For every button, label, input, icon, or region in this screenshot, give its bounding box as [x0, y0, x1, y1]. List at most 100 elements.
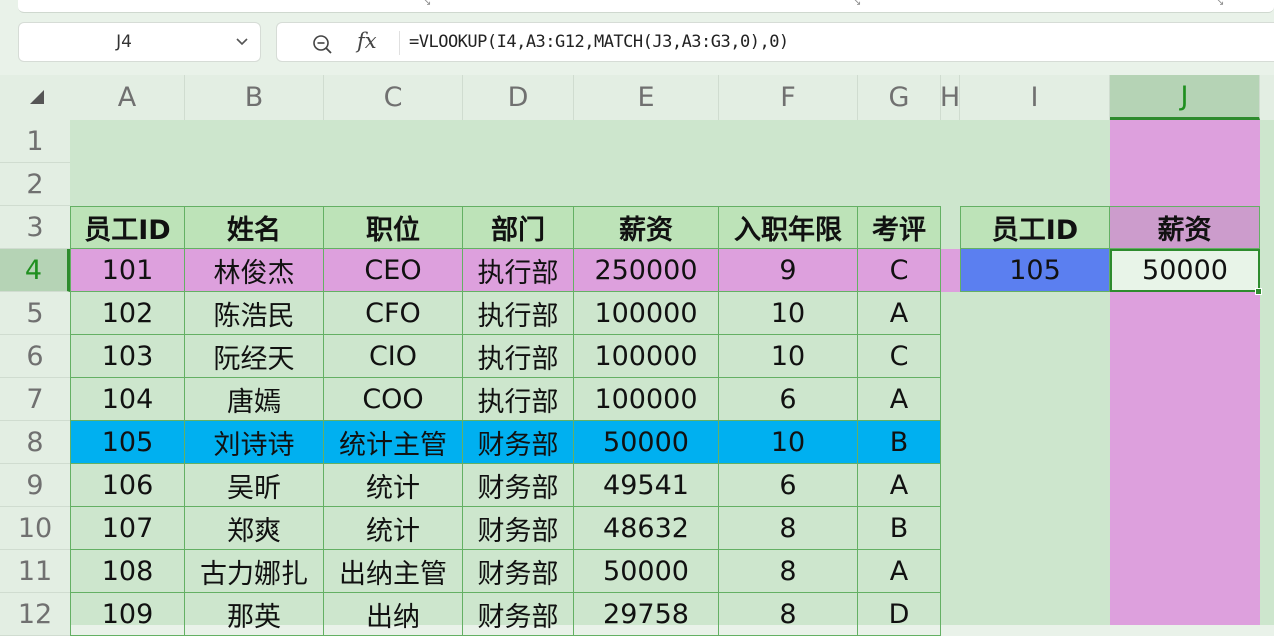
table-cell[interactable]: 6: [719, 378, 858, 421]
table-cell[interactable]: 9: [719, 249, 858, 292]
table-cell[interactable]: 陈浩民: [185, 292, 324, 335]
column-header-h[interactable]: H: [941, 75, 960, 120]
column-header-b[interactable]: B: [185, 75, 324, 120]
table-cell[interactable]: B: [858, 421, 941, 464]
row-header-8[interactable]: 8: [0, 421, 70, 464]
column-j-fill[interactable]: [1110, 120, 1260, 625]
table-cell[interactable]: 102: [70, 292, 185, 335]
table-cell[interactable]: 统计: [324, 464, 463, 507]
table-cell[interactable]: 出纳主管: [324, 550, 463, 593]
table-cell[interactable]: 出纳: [324, 593, 463, 636]
table-cell[interactable]: A: [858, 292, 941, 335]
table-cell[interactable]: 8: [719, 593, 858, 636]
table-cell[interactable]: 执行部: [463, 249, 574, 292]
table-cell[interactable]: 100000: [574, 335, 719, 378]
table-cell[interactable]: 阮经天: [185, 335, 324, 378]
table-cell[interactable]: 104: [70, 378, 185, 421]
column-header-e[interactable]: E: [574, 75, 719, 120]
table-cell[interactable]: 财务部: [463, 421, 574, 464]
row-header-6[interactable]: 6: [0, 335, 70, 378]
table-cell[interactable]: CFO: [324, 292, 463, 335]
column-header-i[interactable]: I: [960, 75, 1110, 120]
table-cell[interactable]: 执行部: [463, 292, 574, 335]
row-header-4[interactable]: 4: [0, 249, 70, 292]
row-header-5[interactable]: 5: [0, 292, 70, 335]
table-cell[interactable]: 106: [70, 464, 185, 507]
table-cell[interactable]: CIO: [324, 335, 463, 378]
lookup-header-cell[interactable]: 薪资: [1110, 206, 1260, 249]
table-cell[interactable]: 执行部: [463, 378, 574, 421]
table-header-cell[interactable]: 员工ID: [70, 206, 185, 249]
selected-cell-j4[interactable]: 50000: [1110, 249, 1260, 292]
row-header-11[interactable]: 11: [0, 550, 70, 593]
table-cell[interactable]: 刘诗诗: [185, 421, 324, 464]
table-cell[interactable]: 统计: [324, 507, 463, 550]
table-cell[interactable]: 古力娜扎: [185, 550, 324, 593]
table-cell[interactable]: 8: [719, 507, 858, 550]
table-cell[interactable]: 107: [70, 507, 185, 550]
table-cell[interactable]: 那英: [185, 593, 324, 636]
table-cell[interactable]: 财务部: [463, 593, 574, 636]
table-cell[interactable]: C: [858, 249, 941, 292]
table-cell[interactable]: 6: [719, 464, 858, 507]
row-header-10[interactable]: 10: [0, 507, 70, 550]
row-header-3[interactable]: 3: [0, 206, 70, 249]
table-cell[interactable]: 101: [70, 249, 185, 292]
row-header-2[interactable]: 2: [0, 163, 70, 206]
column-header-j[interactable]: J: [1110, 75, 1260, 120]
table-header-cell[interactable]: 考评: [858, 206, 941, 249]
table-cell[interactable]: 郑爽: [185, 507, 324, 550]
table-cell[interactable]: 10: [719, 335, 858, 378]
table-cell[interactable]: 105: [70, 421, 185, 464]
table-cell[interactable]: 109: [70, 593, 185, 636]
table-cell[interactable]: 林俊杰: [185, 249, 324, 292]
table-cell[interactable]: 8: [719, 550, 858, 593]
table-cell[interactable]: 50000: [574, 550, 719, 593]
row-header-7[interactable]: 7: [0, 378, 70, 421]
table-cell[interactable]: 100000: [574, 292, 719, 335]
table-cell[interactable]: 执行部: [463, 335, 574, 378]
table-cell[interactable]: 48632: [574, 507, 719, 550]
table-cell[interactable]: 250000: [574, 249, 719, 292]
table-cell[interactable]: 29758: [574, 593, 719, 636]
table-cell[interactable]: D: [858, 593, 941, 636]
table-cell[interactable]: A: [858, 464, 941, 507]
table-cell[interactable]: 财务部: [463, 550, 574, 593]
select-all-icon[interactable]: [30, 90, 44, 104]
table-cell[interactable]: 10: [719, 292, 858, 335]
column-header-f[interactable]: F: [719, 75, 858, 120]
fill-handle[interactable]: [1255, 288, 1262, 295]
table-cell[interactable]: CEO: [324, 249, 463, 292]
table-cell[interactable]: 吴昕: [185, 464, 324, 507]
table-cell[interactable]: C: [858, 335, 941, 378]
table-cell[interactable]: B: [858, 507, 941, 550]
row-header-9[interactable]: 9: [0, 464, 70, 507]
table-cell[interactable]: 统计主管: [324, 421, 463, 464]
lookup-header-cell[interactable]: 员工ID: [960, 206, 1110, 249]
row-4-fill[interactable]: [941, 249, 960, 292]
table-header-cell[interactable]: 姓名: [185, 206, 324, 249]
table-cell[interactable]: 49541: [574, 464, 719, 507]
table-cell[interactable]: A: [858, 550, 941, 593]
table-cell[interactable]: 财务部: [463, 507, 574, 550]
table-cell[interactable]: A: [858, 378, 941, 421]
table-cell[interactable]: 100000: [574, 378, 719, 421]
table-cell[interactable]: 唐嫣: [185, 378, 324, 421]
table-header-cell[interactable]: 职位: [324, 206, 463, 249]
column-header-a[interactable]: A: [70, 75, 185, 120]
row-header-1[interactable]: 1: [0, 120, 70, 163]
column-header-c[interactable]: C: [324, 75, 463, 120]
lookup-id-cell[interactable]: 105: [960, 249, 1110, 292]
spreadsheet-grid[interactable]: A B C D E F G H I J 1 2 3 4 5 6 7 8 9 10 11 12 员工ID 姓名 职位 部门 薪资 入职年…: [0, 0, 1274, 636]
table-header-cell[interactable]: 部门: [463, 206, 574, 249]
table-header-cell[interactable]: 薪资: [574, 206, 719, 249]
table-cell[interactable]: 103: [70, 335, 185, 378]
table-cell[interactable]: COO: [324, 378, 463, 421]
table-cell[interactable]: 108: [70, 550, 185, 593]
column-header-g[interactable]: G: [858, 75, 941, 120]
table-header-cell[interactable]: 入职年限: [719, 206, 858, 249]
column-header-d[interactable]: D: [463, 75, 574, 120]
table-cell[interactable]: 10: [719, 421, 858, 464]
row-header-12[interactable]: 12: [0, 593, 70, 636]
table-cell[interactable]: 50000: [574, 421, 719, 464]
